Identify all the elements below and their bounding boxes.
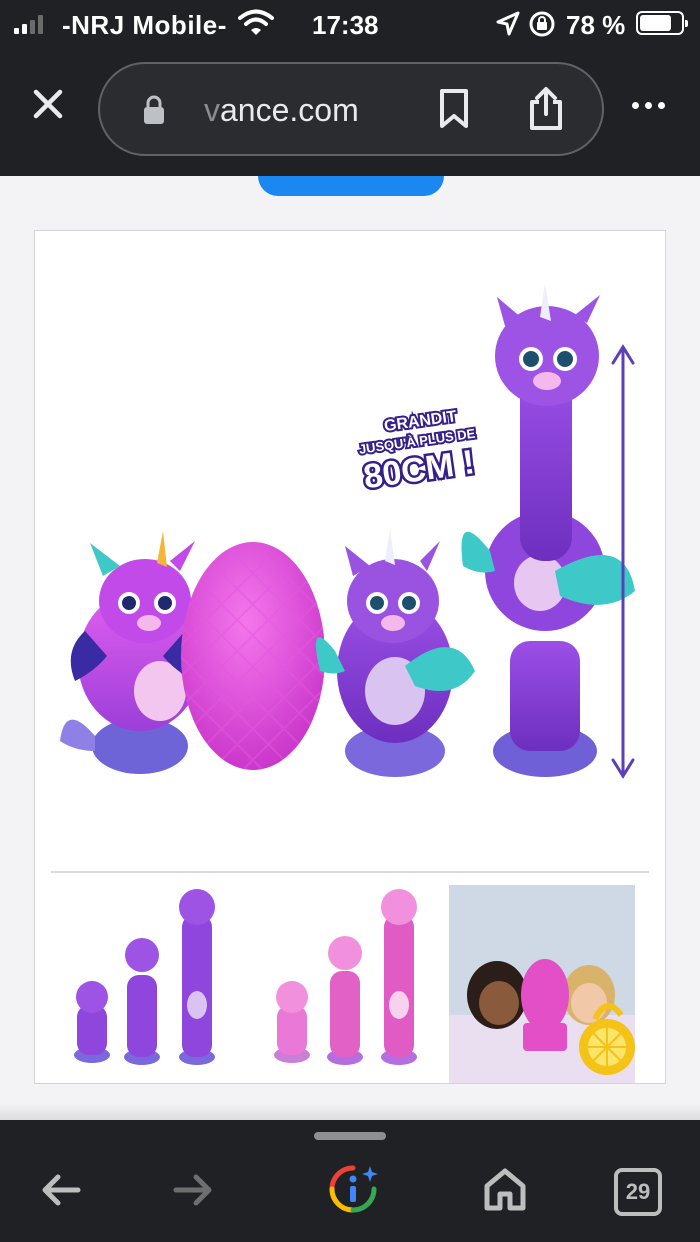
status-bar: -NRJ Mobile- 17:38 78 % — [0, 0, 700, 50]
battery-fill — [640, 15, 672, 31]
more-icon[interactable] — [632, 102, 665, 109]
lock-icon — [144, 95, 164, 124]
orientation-lock-icon — [529, 11, 555, 37]
toy-small-creature — [60, 531, 202, 774]
address-bar[interactable]: vance.com — [98, 62, 604, 156]
wifi-icon — [238, 9, 274, 35]
toy-tall-creature — [461, 283, 635, 777]
thumbnail-purple-toys[interactable] — [47, 885, 243, 1083]
thumbnail-kids-with-egg[interactable] — [449, 885, 635, 1083]
url-domain: ance.com — [220, 92, 359, 128]
home-icon[interactable] — [482, 1166, 528, 1212]
carrier-name: -NRJ Mobile- — [62, 10, 227, 40]
gallery-divider — [51, 871, 649, 873]
url-text[interactable]: vance.com — [204, 92, 359, 129]
toy-egg — [181, 542, 325, 770]
battery-percent: 78 % — [566, 10, 626, 40]
signal-strength-icon — [14, 14, 43, 34]
bookmark-icon[interactable] — [438, 88, 470, 130]
drag-handle[interactable] — [314, 1132, 386, 1140]
browser-toolbar: vance.com — [0, 50, 700, 176]
web-content: Hatchimals — [0, 176, 700, 1120]
thumbnail-pink-toys[interactable] — [247, 885, 445, 1083]
forward-arrow-icon[interactable] — [172, 1172, 214, 1208]
share-icon[interactable] — [526, 86, 566, 132]
category-button[interactable]: Hatchimals — [258, 176, 444, 196]
location-arrow-icon — [496, 11, 520, 36]
browser-bottom-bar: 29 — [0, 1120, 700, 1242]
tab-switcher-button[interactable]: 29 — [614, 1168, 662, 1216]
google-lens-icon[interactable] — [326, 1162, 380, 1216]
product-gallery: GRANDIT JUSQU'À PLUS DE 80CM ! — [34, 230, 666, 1084]
url-faded-part: v — [204, 92, 220, 128]
battery-icon — [636, 11, 688, 35]
caption-badge: GRANDIT JUSQU'À PLUS DE 80CM ! — [356, 406, 479, 499]
clock: 17:38 — [312, 10, 379, 40]
thumbnail-strip — [35, 885, 665, 1085]
close-icon[interactable] — [30, 86, 66, 122]
content-bottom-edge — [0, 1104, 700, 1120]
main-product-image[interactable]: GRANDIT JUSQU'À PLUS DE 80CM ! — [35, 231, 665, 867]
back-arrow-icon[interactable] — [40, 1172, 82, 1208]
toy-medium-creature — [315, 529, 475, 777]
